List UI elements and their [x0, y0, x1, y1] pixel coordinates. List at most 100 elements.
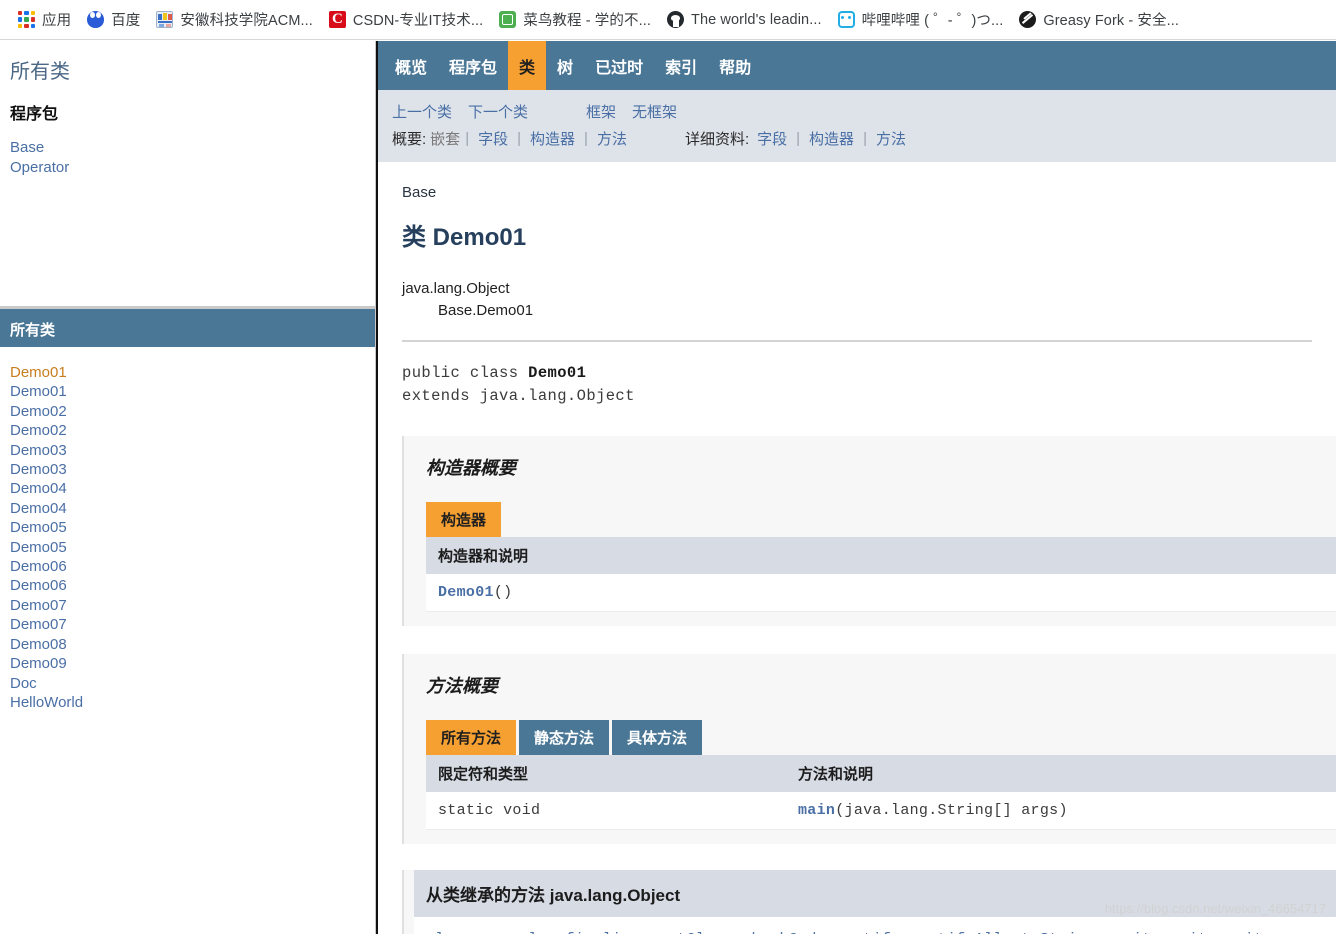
nav-tree[interactable]: 树 — [546, 41, 584, 90]
class-link[interactable]: Demo04 — [10, 479, 375, 498]
package-list-frame: 所有类 程序包 Base Operator — [0, 41, 375, 309]
tab-concrete-methods[interactable]: 具体方法 — [612, 720, 703, 755]
class-link[interactable]: Demo02 — [10, 402, 375, 421]
package-link-base[interactable]: Base — [10, 138, 375, 158]
nav-index[interactable]: 索引 — [654, 41, 708, 90]
method-column-modifier: 限定符和类型 — [426, 755, 786, 792]
class-link[interactable]: Demo03 — [10, 441, 375, 460]
summary-nested-disabled: 嵌套 — [430, 131, 461, 148]
bookmark-label: 哔哩哔哩 ( ゜- ゜)つ... — [861, 13, 1004, 29]
inherited-methods-heading: 从类继承的方法 java.lang.Object — [414, 870, 1336, 917]
csdn-icon: C — [328, 11, 346, 28]
nav-overview[interactable]: 概览 — [384, 41, 438, 90]
summary-constructor-link[interactable]: 构造器 — [522, 128, 583, 149]
class-link[interactable]: Demo05 — [10, 518, 375, 537]
summary-label: 概要: — [392, 131, 427, 148]
declaration-line-2: extends java.lang.Object — [402, 387, 635, 405]
bookmark-csdn[interactable]: C CSDN-专业IT技术... — [321, 6, 491, 34]
constructor-summary-block: 构造器概要 构造器 构造器和说明 Demo01() — [402, 436, 1336, 626]
bilibili-icon — [837, 11, 855, 28]
class-link[interactable]: Demo06 — [10, 576, 375, 595]
declaration-line-1: public class Demo01 — [402, 362, 1324, 385]
github-icon — [667, 11, 684, 28]
constructor-summary-heading: 构造器概要 — [426, 458, 516, 478]
inherited-methods-list[interactable]: clone, equals, finalize, getClass, hashC… — [414, 917, 1336, 934]
summary-field-link[interactable]: 字段 — [470, 128, 516, 149]
left-frames-column: 所有类 程序包 Base Operator 所有类 Demo01 Demo01 … — [0, 41, 378, 934]
class-header-block: Base 类 Demo01 java.lang.Object Base.Demo… — [378, 162, 1336, 322]
bookmark-github[interactable]: The world's leadin... — [659, 6, 830, 34]
summary-method-link[interactable]: 方法 — [589, 128, 635, 149]
class-link[interactable]: Demo06 — [10, 557, 375, 576]
constructor-tabs: 构造器 — [426, 502, 1336, 537]
prev-class-link[interactable]: 上一个类 — [384, 101, 460, 122]
class-link[interactable]: Demo09 — [10, 654, 375, 673]
package-name: Base — [402, 184, 437, 201]
bookmark-label: 百度 — [111, 13, 141, 29]
class-link[interactable]: Demo03 — [10, 460, 375, 479]
bookmark-label: Greasy Fork - 安全... — [1043, 13, 1180, 29]
package-link-operator[interactable]: Operator — [10, 158, 375, 178]
bookmark-bar: 应用 百度 安徽科技学院ACM... C CSDN-专业IT技术... 菜鸟教程… — [0, 0, 1336, 40]
nav-class[interactable]: 类 — [508, 41, 547, 90]
tab-constructor[interactable]: 构造器 — [426, 502, 502, 537]
packages-heading: 程序包 — [10, 106, 59, 123]
class-link[interactable]: Demo02 — [10, 421, 375, 440]
method-summary-table: 限定符和类型 方法和说明 static void main(java.lang.… — [426, 755, 1336, 830]
inherited-heading-class: java.lang.Object — [549, 886, 681, 905]
inheritance-tree: java.lang.Object Base.Demo01 — [402, 278, 1324, 322]
detail-field-link[interactable]: 字段 — [749, 128, 795, 149]
method-summary-block: 方法概要 所有方法 静态方法 具体方法 限定符和类型 方法和说明 static … — [402, 654, 1336, 844]
tab-static-methods[interactable]: 静态方法 — [519, 720, 610, 755]
method-signature-cell: main(java.lang.String[] args) — [786, 792, 1336, 830]
class-link[interactable]: Demo05 — [10, 538, 375, 557]
nav-help[interactable]: 帮助 — [708, 41, 762, 90]
class-detail-frame: 概览 程序包 类 树 已过时 索引 帮助 上一个类 下一个类 框架 无框架 概要… — [378, 41, 1336, 934]
table-row: static void main(java.lang.String[] args… — [426, 792, 1336, 830]
bookmark-baidu[interactable]: 百度 — [79, 6, 148, 34]
class-link[interactable]: Demo04 — [10, 499, 375, 518]
all-classes-list: Demo01 Demo01 Demo02 Demo02 Demo03 Demo0… — [0, 347, 375, 712]
class-link[interactable]: HelloWorld — [10, 693, 375, 712]
class-link[interactable]: Demo07 — [10, 615, 375, 634]
nav-deprecated[interactable]: 已过时 — [584, 41, 654, 90]
class-link[interactable]: Demo01 — [10, 382, 375, 401]
bookmark-greasy-fork[interactable]: Greasy Fork - 安全... — [1011, 6, 1187, 34]
baidu-icon — [87, 11, 105, 28]
runoob-icon — [499, 11, 517, 28]
bookmark-bilibili[interactable]: 哔哩哔哩 ( ゜- ゜)つ... — [830, 6, 1012, 34]
javadoc-frameset: 所有类 程序包 Base Operator 所有类 Demo01 Demo01 … — [0, 41, 1336, 934]
all-classes-header: 所有类 — [0, 309, 375, 347]
constructor-summary-table: 构造器和说明 Demo01() — [426, 537, 1336, 612]
nav-package[interactable]: 程序包 — [438, 41, 508, 90]
inheritance-root: java.lang.Object — [402, 280, 510, 297]
table-header-row: 构造器和说明 — [426, 537, 1336, 574]
class-link-demo01-active[interactable]: Demo01 — [10, 363, 375, 382]
bookmark-runoob[interactable]: 菜鸟教程 - 学的不... — [491, 6, 659, 34]
no-frames-link[interactable]: 无框架 — [624, 101, 685, 122]
inheritance-self: Base.Demo01 — [438, 302, 534, 319]
constructor-cell: Demo01() — [426, 574, 1336, 612]
tab-all-methods[interactable]: 所有方法 — [426, 720, 517, 755]
subnav-row-navigation: 上一个类 下一个类 框架 无框架 — [384, 98, 1336, 125]
detail-method-link[interactable]: 方法 — [868, 128, 914, 149]
class-link[interactable]: Doc — [10, 674, 375, 693]
inherited-methods-block: 从类继承的方法 java.lang.Object clone, equals, … — [402, 870, 1336, 934]
class-link[interactable]: Demo08 — [10, 635, 375, 654]
class-declaration-block: public class Demo01 extends java.lang.Ob… — [378, 342, 1336, 408]
class-link[interactable]: Demo07 — [10, 596, 375, 615]
bookmark-label: The world's leadin... — [691, 11, 822, 28]
table-row: Demo01() — [426, 574, 1336, 612]
declaration-modifier: public class — [402, 364, 529, 382]
detail-constructor-link[interactable]: 构造器 — [801, 128, 862, 149]
bookmark-apps[interactable]: 应用 — [10, 6, 79, 34]
class-title: 类 Demo01 — [402, 217, 1324, 252]
ahstu-icon — [156, 11, 174, 28]
constructor-link[interactable]: Demo01 — [438, 584, 494, 601]
frames-link[interactable]: 框架 — [578, 101, 624, 122]
bookmark-ahstu-acm[interactable]: 安徽科技学院ACM... — [148, 6, 321, 34]
method-link-main[interactable]: main — [798, 802, 835, 819]
class-title-name: Demo01 — [432, 224, 527, 251]
next-class-link[interactable]: 下一个类 — [460, 101, 536, 122]
all-classes-link[interactable]: 所有类 — [10, 55, 70, 84]
